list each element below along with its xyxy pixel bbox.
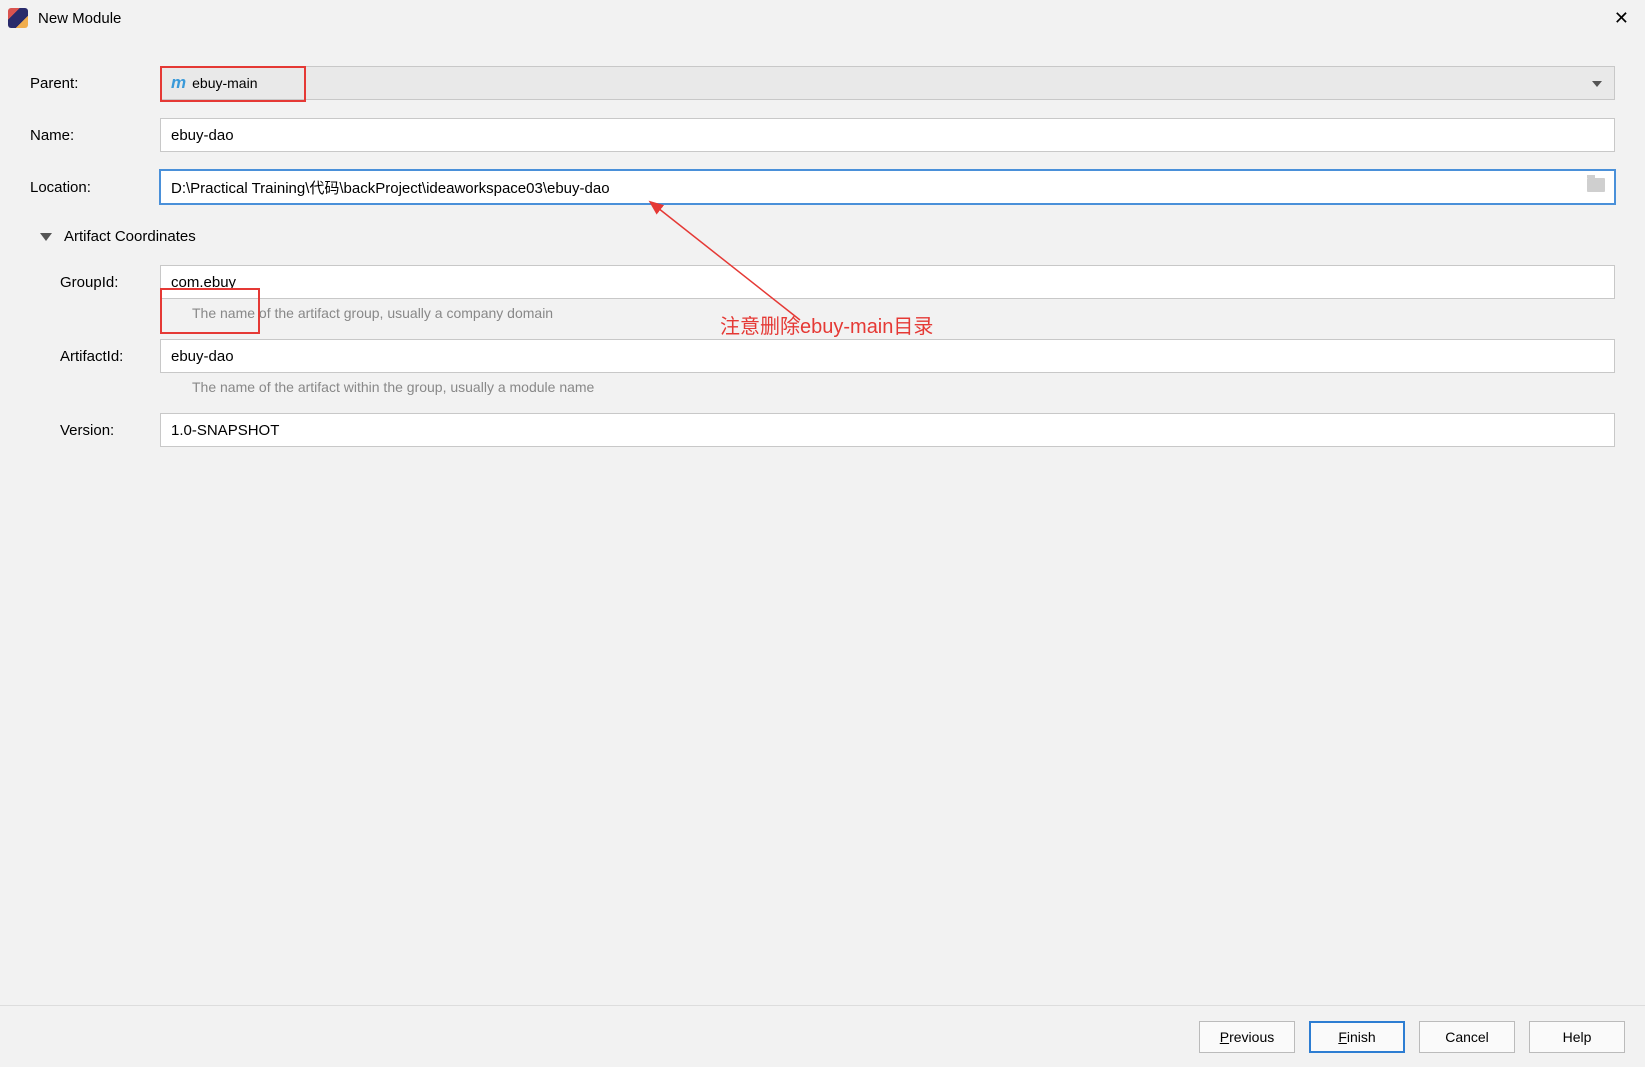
name-label: Name: — [30, 127, 160, 144]
version-label: Version: — [30, 422, 160, 439]
titlebar: New Module ✕ — [0, 0, 1645, 36]
version-row: Version: — [30, 413, 1615, 447]
parent-dropdown[interactable]: m ebuy-main — [160, 66, 1615, 100]
artifactid-input[interactable] — [160, 339, 1615, 373]
groupid-input[interactable] — [160, 265, 1615, 299]
intellij-icon — [8, 8, 28, 28]
version-input[interactable] — [160, 413, 1615, 447]
artifactid-helper: The name of the artifact within the grou… — [192, 379, 1615, 395]
help-button[interactable]: Help — [1529, 1021, 1625, 1053]
content-area: Parent: m ebuy-main Name: Location: Arti… — [0, 36, 1645, 447]
name-input[interactable] — [160, 118, 1615, 152]
footer: Previous Finish Cancel Help — [0, 1005, 1645, 1067]
artifact-coordinates-label: Artifact Coordinates — [64, 228, 196, 245]
chevron-down-icon — [40, 233, 52, 241]
location-input[interactable] — [160, 170, 1615, 204]
artifactid-label: ArtifactId: — [30, 348, 160, 365]
close-icon[interactable]: ✕ — [1606, 8, 1637, 29]
name-row: Name: — [30, 118, 1615, 152]
cancel-button[interactable]: Cancel — [1419, 1021, 1515, 1053]
maven-icon: m — [171, 73, 186, 93]
parent-value: ebuy-main — [192, 75, 257, 91]
groupid-row: GroupId: — [30, 265, 1615, 299]
location-label: Location: — [30, 179, 160, 196]
previous-button[interactable]: Previous — [1199, 1021, 1295, 1053]
parent-row: Parent: m ebuy-main — [30, 66, 1615, 100]
finish-button[interactable]: Finish — [1309, 1021, 1405, 1053]
folder-icon[interactable] — [1587, 178, 1605, 192]
artifact-coordinates-header[interactable]: Artifact Coordinates — [40, 228, 1615, 245]
groupid-label: GroupId: — [30, 274, 160, 291]
artifactid-row: ArtifactId: — [30, 339, 1615, 373]
annotation-text: 注意删除ebuy-main目录 — [720, 310, 933, 339]
location-row: Location: — [30, 170, 1615, 204]
parent-label: Parent: — [30, 75, 160, 92]
window-title: New Module — [38, 10, 121, 27]
